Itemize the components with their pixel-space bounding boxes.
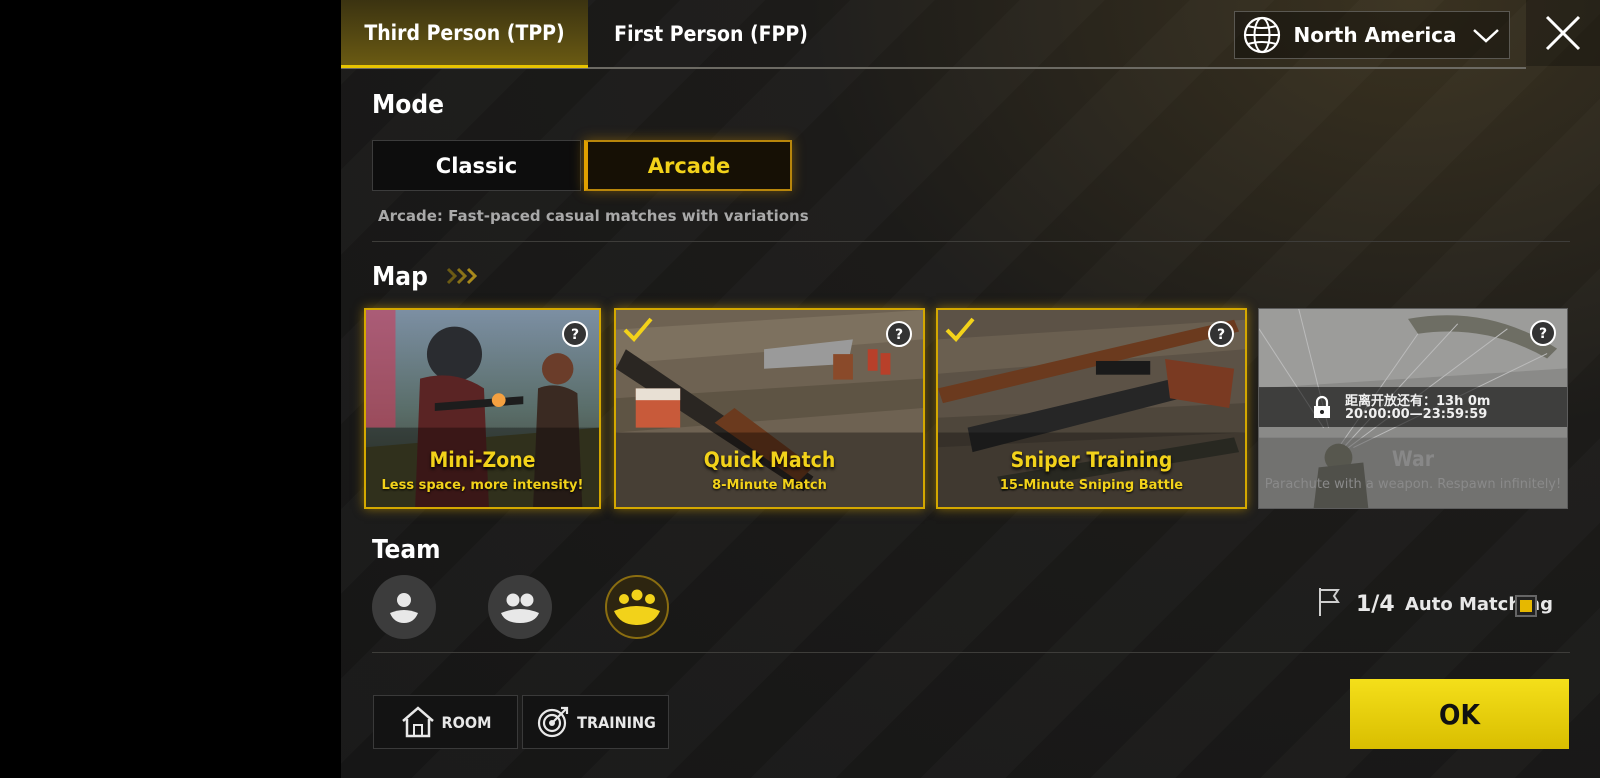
svg-text:?: ? [1217,327,1225,343]
mode-arcade-button[interactable]: Arcade [584,140,792,191]
mode-heading: Mode [372,90,444,120]
map-title: War [1391,447,1435,471]
map-subtitle: 8-Minute Match [712,478,827,493]
room-label: ROOM [441,712,492,732]
svg-text:?: ? [571,327,579,343]
map-heading: Map [372,262,428,292]
help-icon[interactable]: ? [1529,319,1557,347]
flag-icon [1319,588,1340,616]
match-settings-panel: Third Person (TPP) First Person (FPP) No… [341,0,1600,778]
chevrons-right-icon [446,267,478,285]
mode-description: Arcade: Fast-paced casual matches with v… [378,207,809,225]
team-solo-button[interactable] [372,575,436,639]
room-button[interactable]: ROOM [373,695,518,749]
svg-text:?: ? [1539,326,1547,342]
help-icon[interactable]: ? [885,320,913,348]
chevron-down-icon [1473,29,1499,43]
lock-banner: 距离开放还有：13h 0m 20:00:00—23:59:59 [1259,387,1567,427]
team-count: 1/4 [1356,592,1395,617]
map-title: Sniper Training [1010,448,1173,472]
help-icon[interactable]: ? [561,320,589,348]
map-subtitle: 15-Minute Sniping Battle [999,478,1184,493]
mode-label: Classic [435,153,518,178]
map-card-sniper-training[interactable]: ? Sniper Training 15-Minute Sniping Batt… [936,308,1247,509]
region-label: North America [1293,23,1457,47]
ok-label: OK [1439,697,1480,731]
team-heading: Team [372,535,441,565]
tab-label: First Person (FPP) [614,22,808,46]
mode-classic-button[interactable]: Classic [372,140,581,191]
perspective-tab-bar: Third Person (TPP) First Person (FPP) No… [341,0,1526,69]
tab-label: Third Person (TPP) [364,20,565,45]
duo-icon [501,593,539,623]
map-card-quick-match[interactable]: ? Quick Match 8-Minute Match [614,308,925,509]
mode-label: Arcade [647,153,731,178]
checkbox-fill [1520,600,1532,612]
tab-first-person[interactable]: First Person (FPP) [588,0,834,68]
close-button[interactable] [1526,0,1600,66]
close-icon [1545,15,1581,51]
unlock-schedule: 20:00:00—23:59:59 [1345,407,1488,422]
map-card-mini-zone[interactable]: ? Mini-Zone Less space, more intensity! [364,308,601,509]
training-button[interactable]: TRAINING [522,695,669,749]
checkmark-icon [945,317,975,342]
map-card-war[interactable]: ? 距离开放还有：13h 0m 20:00:00—23:59:59 War Pa… [1258,308,1568,509]
map-subtitle: Parachute with a weapon. Respawn infinit… [1264,477,1562,492]
ok-button[interactable]: OK [1350,679,1569,749]
region-selector[interactable]: North America [1234,11,1510,59]
solo-icon [390,593,418,623]
left-empty-area [0,0,341,778]
divider [372,652,1570,653]
training-label: TRAINING [577,712,656,732]
help-icon[interactable]: ? [1207,320,1235,348]
lock-icon [1314,395,1330,418]
target-icon [538,706,569,738]
tab-third-person[interactable]: Third Person (TPP) [341,0,588,68]
map-subtitle: Less space, more intensity! [381,478,584,493]
team-duo-button[interactable] [488,575,552,639]
map-title: Mini-Zone [429,448,536,472]
globe-icon [1243,16,1281,54]
team-squad-button[interactable] [605,575,669,639]
checkmark-icon [623,317,653,342]
divider [372,241,1570,242]
home-icon [401,706,434,738]
auto-matching-checkbox[interactable] [1515,595,1537,617]
svg-text:?: ? [895,327,903,343]
squad-icon [614,589,660,625]
map-title: Quick Match [703,448,836,472]
